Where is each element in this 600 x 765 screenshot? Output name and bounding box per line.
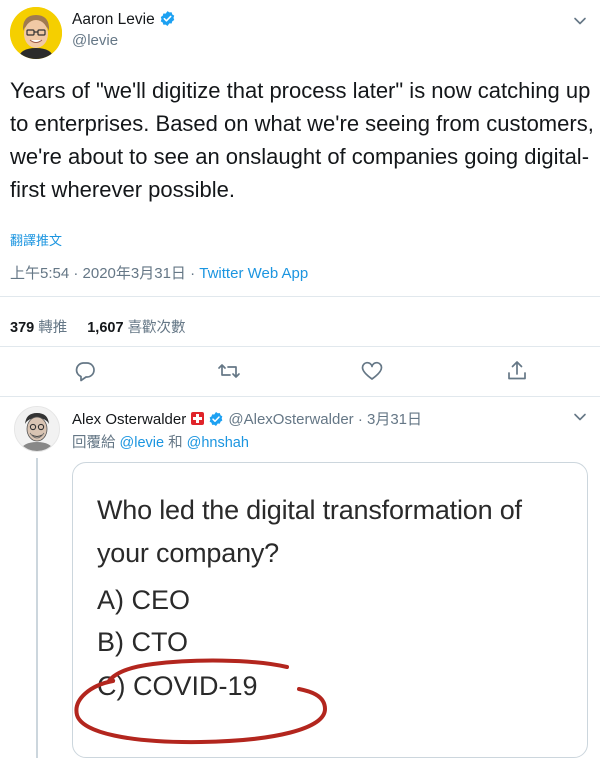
replying-to: 回覆給 @levie 和 @hnshah — [72, 431, 249, 452]
retweets-stat[interactable]: 379 轉推 — [10, 320, 67, 336]
thread-line — [36, 458, 38, 758]
share-icon[interactable] — [504, 358, 530, 384]
likes-count: 1,607 — [87, 320, 124, 336]
retweet-icon[interactable] — [216, 358, 242, 384]
swiss-flag-icon — [191, 412, 205, 425]
tweet-time[interactable]: 上午5:54 · 2020年3月31日 · — [10, 265, 199, 282]
retweets-count: 379 — [10, 320, 35, 336]
verified-badge-icon — [159, 10, 176, 32]
like-icon[interactable] — [359, 358, 385, 384]
chevron-down-icon[interactable] — [572, 410, 588, 428]
author-name-row[interactable]: Aaron Levie — [72, 10, 176, 32]
chevron-down-icon[interactable] — [572, 14, 588, 32]
reply-prefix: 回覆給 — [72, 435, 120, 451]
divider — [0, 396, 600, 397]
tweet-stats: 379 轉推 1,607 喜歡次數 — [10, 316, 186, 337]
tweet-text: Years of "we'll digitize that process la… — [10, 78, 594, 202]
tweet-meta: 上午5:54 · 2020年3月31日 · Twitter Web App — [10, 262, 308, 283]
reply-joiner: 和 — [164, 435, 187, 451]
divider — [0, 346, 600, 347]
likes-label: 喜歡次數 — [127, 320, 186, 336]
reply-date[interactable]: · 3月31日 — [354, 411, 422, 428]
reply-mention-levie[interactable]: @levie — [120, 435, 165, 451]
attached-image[interactable]: Who led the digital transformation of yo… — [72, 462, 588, 758]
reply-author-handle[interactable]: @AlexOsterwalder — [228, 411, 353, 428]
tweet-client[interactable]: Twitter Web App — [199, 265, 308, 282]
tweet-actions — [0, 358, 600, 388]
reply-icon[interactable] — [72, 358, 98, 384]
reply-author-avatar[interactable] — [14, 406, 60, 452]
author-name[interactable]: Aaron Levie — [72, 11, 155, 28]
reply-mention-hnshah[interactable]: @hnshah — [187, 435, 249, 451]
hand-drawn-circle — [74, 658, 328, 745]
verified-badge-icon — [208, 411, 224, 431]
avatar-portrait — [15, 407, 59, 451]
reply-header: Alex Osterwalder @AlexOsterwalder · 3月31… — [72, 408, 422, 431]
reply-author-name[interactable]: Alex Osterwalder — [72, 411, 186, 428]
retweets-label: 轉推 — [38, 320, 68, 336]
divider — [0, 296, 600, 297]
likes-stat[interactable]: 1,607 喜歡次數 — [87, 320, 185, 336]
avatar-portrait — [10, 7, 62, 59]
author-handle[interactable]: @levie — [72, 32, 118, 49]
translate-link[interactable]: 翻譯推文 — [10, 230, 62, 249]
author-avatar[interactable] — [10, 7, 62, 59]
